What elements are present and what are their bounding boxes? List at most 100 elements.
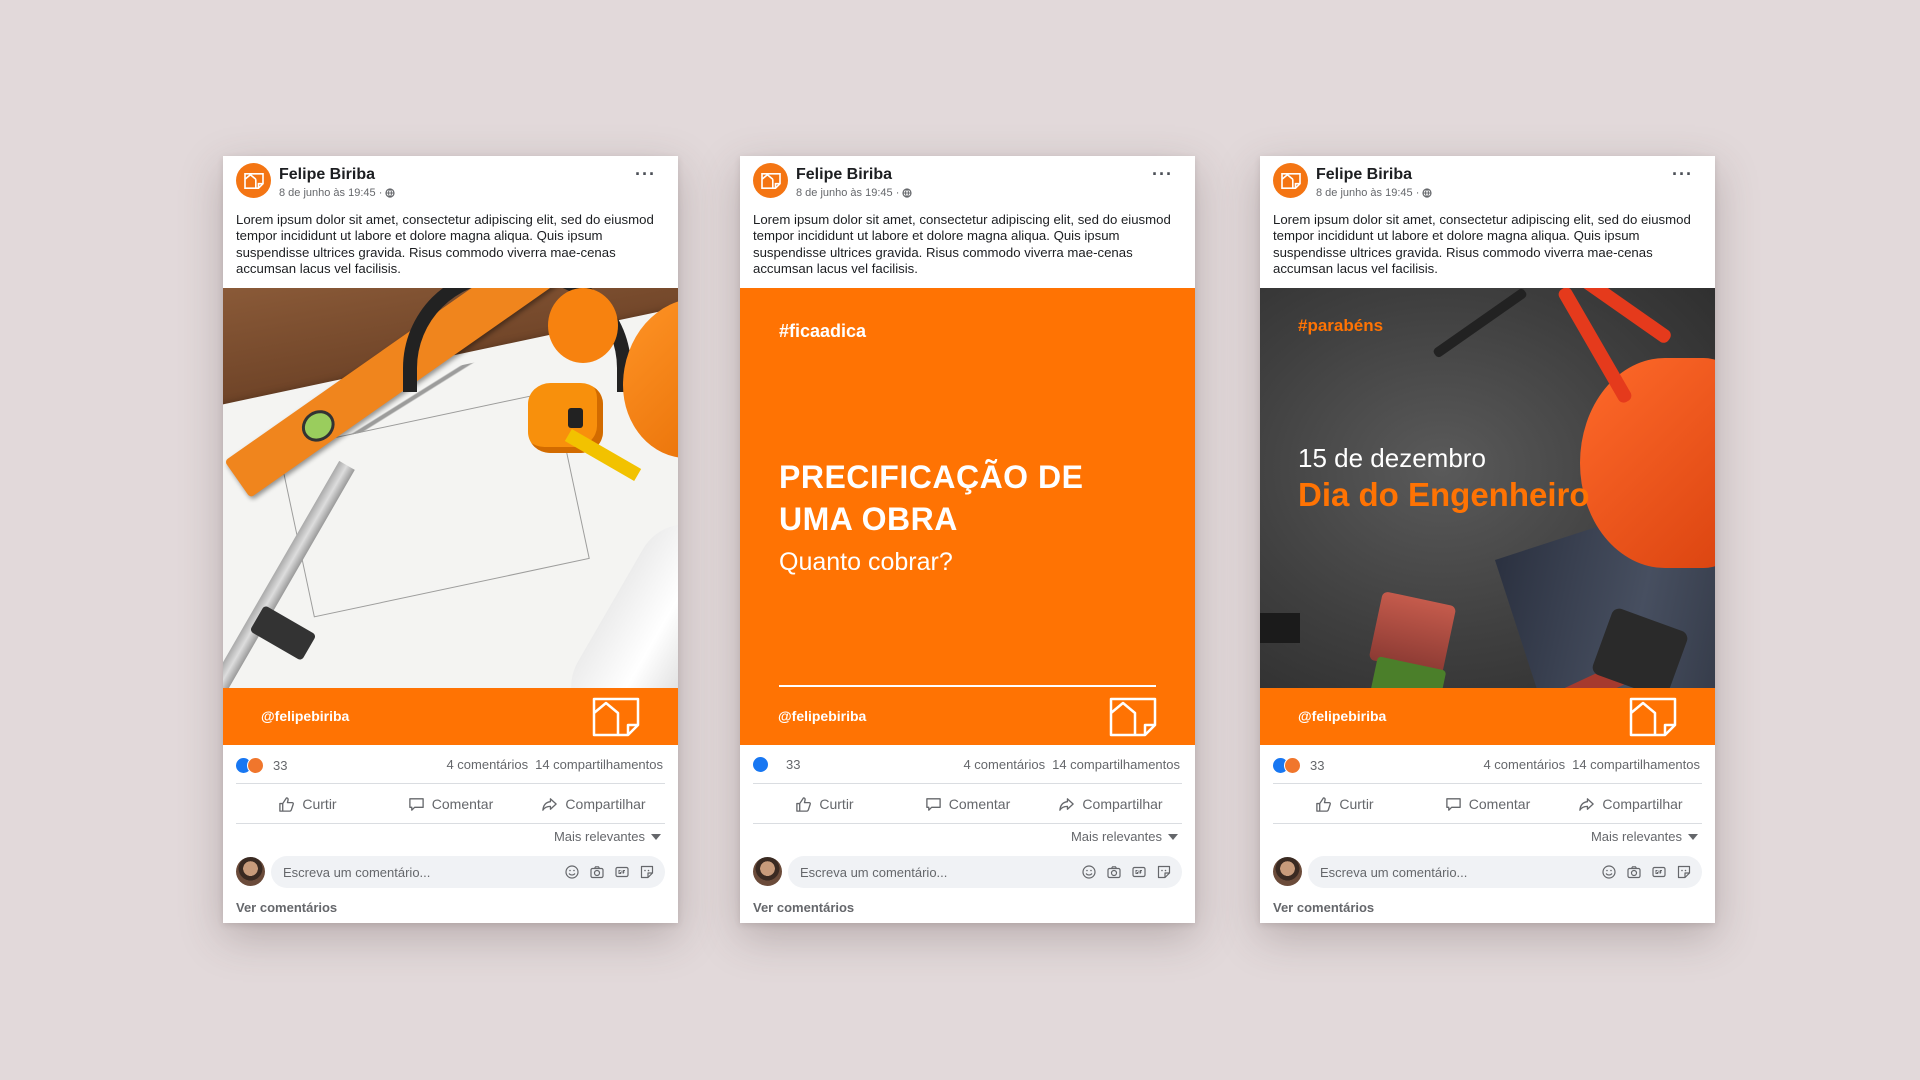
more-options-icon[interactable]: ···: [1152, 165, 1173, 183]
emoji-icon[interactable]: [1601, 864, 1617, 880]
sort-label: Mais relevantes: [553, 829, 645, 844]
comment-sort-dropdown[interactable]: Mais relevantes: [1591, 829, 1698, 844]
caret-down-icon: [1168, 833, 1178, 840]
reactions-summary[interactable]: 33: [236, 757, 287, 774]
camera-icon[interactable]: [589, 864, 605, 880]
post-graphic-engineer-day[interactable]: #parabéns 15 de dezembro Dia do Engenhei…: [1260, 288, 1715, 688]
shares-count[interactable]: 14 compartilhamentos: [1572, 757, 1700, 772]
gif-icon[interactable]: [1651, 864, 1667, 880]
comments-count[interactable]: 4 comentários: [446, 757, 528, 772]
post-actions: Curtir Comentar Compartilhar: [236, 785, 665, 823]
sticker-icon[interactable]: [639, 864, 655, 880]
post-graphic-pricing[interactable]: #ficaadica PRECIFICAÇÃO DE UMA OBRA Quan…: [740, 288, 1195, 688]
like-button[interactable]: Curtir: [753, 785, 896, 823]
post-text: Lorem ipsum dolor sit amet, consectetur …: [236, 212, 654, 277]
angry-reaction-icon: [247, 757, 264, 774]
post-brand-band: @felipebiriba: [223, 688, 678, 745]
page-avatar[interactable]: [1273, 163, 1308, 198]
graphic-divider-line: [779, 685, 1156, 687]
reaction-count: 33: [1310, 758, 1325, 773]
share-label: Compartilhar: [565, 796, 646, 812]
post-meta: 8 de junho às 19:45 ·: [279, 187, 395, 199]
speech-bubble-icon: [925, 797, 941, 811]
post-timestamp[interactable]: 8 de junho às 19:45 ·: [1316, 187, 1419, 199]
camera-icon[interactable]: [1626, 864, 1642, 880]
post-header: Felipe Biriba 8 de junho às 19:45 · ···: [740, 156, 1195, 212]
comment-box: [788, 856, 1182, 888]
comment-input[interactable]: [281, 863, 564, 881]
sort-label: Mais relevantes: [1590, 829, 1682, 844]
author-name[interactable]: Felipe Biriba: [279, 166, 375, 184]
post-text: Lorem ipsum dolor sit amet, consectetur …: [753, 212, 1171, 277]
shares-count[interactable]: 14 compartilhamentos: [1052, 757, 1180, 772]
divider: [1273, 823, 1702, 824]
thumbs-up-icon: [796, 796, 812, 812]
comment-sort-dropdown[interactable]: Mais relevantes: [1071, 829, 1178, 844]
comment-sort-dropdown[interactable]: Mais relevantes: [554, 829, 661, 844]
reactions-summary[interactable]: 33: [1273, 757, 1324, 774]
comment-button[interactable]: Comentar: [1416, 785, 1559, 823]
house-blueprint-logo-icon: [1280, 172, 1301, 189]
comment-input[interactable]: [1318, 863, 1601, 881]
comment-button[interactable]: Comentar: [896, 785, 1039, 823]
speech-bubble-icon: [1445, 797, 1461, 811]
view-comments-link[interactable]: Ver comentários: [236, 900, 337, 915]
share-button[interactable]: Compartilhar: [522, 785, 665, 823]
user-avatar[interactable]: [236, 857, 265, 886]
brand-handle: @felipebiriba: [778, 708, 867, 724]
page-avatar[interactable]: [236, 163, 271, 198]
comment-input[interactable]: [798, 863, 1081, 881]
post-meta: 8 de junho às 19:45 ·: [1316, 187, 1432, 199]
share-arrow-icon: [542, 797, 558, 811]
post-stats: 33 4 comentários 14 compartilhamentos: [1260, 745, 1715, 783]
comment-label: Comentar: [431, 796, 494, 812]
user-avatar[interactable]: [1273, 857, 1302, 886]
author-name[interactable]: Felipe Biriba: [796, 166, 892, 184]
sticker-icon[interactable]: [1156, 864, 1172, 880]
image-earmuff-cup: [548, 288, 618, 363]
post-brand-band: @felipebiriba: [1260, 688, 1715, 745]
view-comments-link[interactable]: Ver comentários: [753, 900, 854, 915]
share-button[interactable]: Compartilhar: [1559, 785, 1702, 823]
page-avatar[interactable]: [753, 163, 788, 198]
shares-count[interactable]: 14 compartilhamentos: [535, 757, 663, 772]
house-blueprint-logo-icon: [592, 697, 640, 737]
share-label: Compartilhar: [1082, 796, 1163, 812]
comments-count[interactable]: 4 comentários: [1483, 757, 1565, 772]
comment-composer: [236, 856, 665, 888]
comment-box: [1308, 856, 1702, 888]
globe-icon: [385, 188, 395, 198]
post-header: Felipe Biriba 8 de junho às 19:45 · ···: [1260, 156, 1715, 212]
gif-icon[interactable]: [614, 864, 630, 880]
comments-count[interactable]: 4 comentários: [963, 757, 1045, 772]
view-comments-link[interactable]: Ver comentários: [1273, 900, 1374, 915]
post-timestamp[interactable]: 8 de junho às 19:45 ·: [796, 187, 899, 199]
reactions-summary[interactable]: 33: [753, 757, 800, 772]
more-options-icon[interactable]: ···: [1672, 165, 1693, 183]
like-button[interactable]: Curtir: [236, 785, 379, 823]
share-arrow-icon: [1579, 797, 1595, 811]
post-stats: 33 4 comentários 14 compartilhamentos: [740, 745, 1195, 783]
sticker-icon[interactable]: [1676, 864, 1692, 880]
graphic-title: Dia do Engenheiro: [1298, 476, 1590, 513]
post-header: Felipe Biriba 8 de junho às 19:45 · ···: [223, 156, 678, 212]
divider: [753, 783, 1182, 784]
post-image-tools-blueprint[interactable]: [223, 288, 678, 688]
gif-icon[interactable]: [1131, 864, 1147, 880]
camera-icon[interactable]: [1106, 864, 1122, 880]
share-button[interactable]: Compartilhar: [1039, 785, 1182, 823]
caret-down-icon: [651, 833, 661, 840]
more-options-icon[interactable]: ···: [635, 165, 656, 183]
thumbs-up-icon: [279, 796, 295, 812]
comment-label: Comentar: [1468, 796, 1531, 812]
comment-button[interactable]: Comentar: [379, 785, 522, 823]
graphic-hashtag: #parabéns: [1298, 316, 1384, 335]
like-button[interactable]: Curtir: [1273, 785, 1416, 823]
comment-box: [271, 856, 665, 888]
post-timestamp[interactable]: 8 de junho às 19:45 ·: [279, 187, 382, 199]
emoji-icon[interactable]: [564, 864, 580, 880]
author-name[interactable]: Felipe Biriba: [1316, 166, 1412, 184]
emoji-icon[interactable]: [1081, 864, 1097, 880]
user-avatar[interactable]: [753, 857, 782, 886]
comment-composer: [753, 856, 1182, 888]
